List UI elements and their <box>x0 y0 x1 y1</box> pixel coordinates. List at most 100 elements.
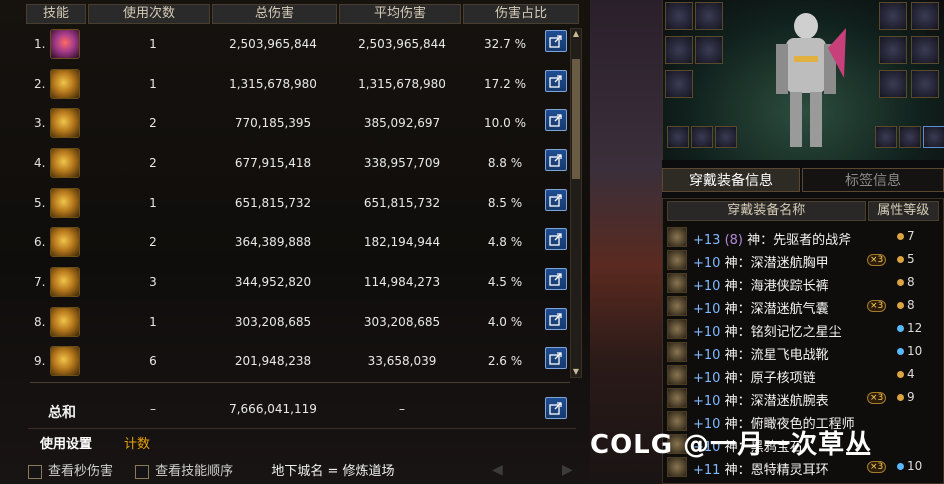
total-damage: 677,915,418 <box>234 156 312 170</box>
share-icon <box>549 273 562 286</box>
equip-slot-icon[interactable] <box>691 126 713 148</box>
share-button[interactable] <box>545 308 567 330</box>
skill-order-checkbox-label: 查看技能顺序 <box>155 464 234 479</box>
damage-share: 4.5 % <box>487 275 523 289</box>
item-level: 8 <box>907 275 915 289</box>
item-title: 神：恩特精灵耳环 <box>724 463 829 478</box>
equip-slot-icon[interactable] <box>879 36 907 64</box>
item-name: +10 神：流星飞电战靴 <box>693 344 829 363</box>
options-row: 查看秒伤害 查看技能顺序 地下城名 = 修炼道场 <box>28 460 394 479</box>
item-title: 神：流星飞电战靴 <box>724 348 829 363</box>
equip-slot-icon[interactable] <box>911 36 939 64</box>
share-icon <box>549 154 562 167</box>
equip-item[interactable]: +10 神：深潜迷航气囊 ×3 8 <box>667 295 939 317</box>
share-button[interactable] <box>545 70 567 92</box>
equip-item[interactable]: +10 神：深潜迷航胸甲 ×3 5 <box>667 249 939 271</box>
share-button[interactable] <box>545 397 567 419</box>
total-damage: 344,952,820 <box>234 275 312 289</box>
avg-damage: 33,658,039 <box>367 354 437 368</box>
prev-page-icon[interactable]: ◀ <box>492 462 503 478</box>
item-name: +10 神：原子核项链 <box>693 367 816 386</box>
share-button[interactable] <box>545 268 567 290</box>
equip-slot-icon[interactable] <box>879 2 907 30</box>
item-title: 神：原子核项链 <box>724 371 816 386</box>
item-icon <box>667 227 687 247</box>
equip-item[interactable]: +10 神：流星飞电战靴 10 <box>667 341 939 363</box>
item-plus: +10 <box>693 302 721 317</box>
share-button[interactable] <box>545 347 567 369</box>
avg-damage: 338,957,709 <box>363 156 441 170</box>
dungeon-name: 地下城名 = 修炼道场 <box>271 464 395 479</box>
equip-item[interactable]: +10 神：铭刻记忆之星尘 12 <box>667 318 939 340</box>
share-icon <box>549 233 562 246</box>
equip-slot-icon[interactable] <box>695 36 723 64</box>
item-level: 5 <box>907 252 915 266</box>
item-level: 10 <box>907 459 923 473</box>
tab-usage-settings[interactable]: 使用设置 <box>40 433 92 452</box>
scroll-down-icon[interactable]: ▼ <box>571 367 581 377</box>
share-button[interactable] <box>545 109 567 131</box>
stats-scrollbar[interactable]: ▲ ▼ <box>570 28 582 378</box>
scroll-thumb[interactable] <box>572 59 580 179</box>
equip-slot-icon[interactable] <box>665 2 693 30</box>
equip-item[interactable]: +10 神：原子核项链 4 <box>667 364 939 386</box>
skill-order-checkbox[interactable] <box>135 464 150 479</box>
equip-slot-icon[interactable] <box>667 126 689 148</box>
header-damage-share: 伤害占比 <box>463 4 579 24</box>
skill-icon <box>50 108 80 138</box>
equip-slot-icon[interactable] <box>899 126 921 148</box>
item-plus: +10 <box>693 325 721 340</box>
bottom-tabs: 使用设置 计数 <box>28 428 576 455</box>
equip-slot-icon[interactable] <box>665 70 693 98</box>
item-level: 4 <box>907 367 915 381</box>
header-skill: 技能 <box>26 4 86 24</box>
item-icon <box>667 365 687 385</box>
header-equip-name: 穿戴装备名称 <box>667 201 866 221</box>
total-damage: 770,185,395 <box>234 116 312 130</box>
next-page-icon[interactable]: ▶ <box>562 462 573 478</box>
equip-slot-icon[interactable] <box>875 126 897 148</box>
tab-count[interactable]: 计数 <box>124 433 150 452</box>
share-button[interactable] <box>545 189 567 211</box>
item-icon <box>667 342 687 362</box>
stats-header: 技能 使用次数 总伤害 平均伤害 伤害占比 <box>26 4 581 24</box>
item-bracket: (8) <box>724 233 743 248</box>
equip-slot-icon[interactable] <box>695 2 723 30</box>
equip-slot-icon[interactable] <box>879 70 907 98</box>
item-name: +10 神：海港侠踪长裤 <box>693 275 829 294</box>
equip-tabs: 穿戴装备信息 标签信息 <box>662 168 944 192</box>
damage-share: 10.0 % <box>484 116 526 130</box>
equip-slot-icon[interactable] <box>665 36 693 64</box>
skill-row: 4. 2 677,915,418 338,957,709 8.8 % <box>30 146 578 182</box>
dps-checkbox[interactable] <box>28 464 42 479</box>
equip-slot-icon[interactable] <box>911 70 939 98</box>
use-count: 2 <box>149 235 157 249</box>
scroll-up-icon[interactable]: ▲ <box>571 29 581 39</box>
damage-share: 17.2 % <box>484 77 526 91</box>
share-button[interactable] <box>545 228 567 250</box>
row-rank: 9. <box>34 354 46 368</box>
avg-damage: 182,194,944 <box>363 235 441 249</box>
use-count: 6 <box>149 354 157 368</box>
use-count: 3 <box>149 275 157 289</box>
equip-slot-icon[interactable] <box>923 126 944 148</box>
level-dot-icon <box>897 302 904 309</box>
share-button[interactable] <box>545 30 567 52</box>
equip-item[interactable]: +10 神：海港侠踪长裤 8 <box>667 272 939 294</box>
skill-row: 8. 1 303,208,685 303,208,685 4.0 % <box>30 305 578 341</box>
tab-equipped-info[interactable]: 穿戴装备信息 <box>662 168 800 192</box>
share-button[interactable] <box>545 149 567 171</box>
equip-slot-icon[interactable] <box>715 126 737 148</box>
item-title: 神：海港侠踪长裤 <box>724 279 829 294</box>
level-dot-icon <box>897 233 904 240</box>
share-icon <box>549 75 562 88</box>
equip-slot-icon[interactable] <box>911 2 939 30</box>
use-count: 2 <box>149 116 157 130</box>
equip-item[interactable]: +13 (8) 神：先驱者的战斧 7 <box>667 226 939 248</box>
use-count: 2 <box>149 156 157 170</box>
skill-icon <box>50 188 80 218</box>
tab-label-info[interactable]: 标签信息 <box>802 168 944 192</box>
set-badge-icon: ×3 <box>867 254 887 266</box>
equip-item[interactable]: +10 神：深潜迷航腕表 ×3 9 <box>667 387 939 409</box>
level-dot-icon <box>897 394 904 401</box>
